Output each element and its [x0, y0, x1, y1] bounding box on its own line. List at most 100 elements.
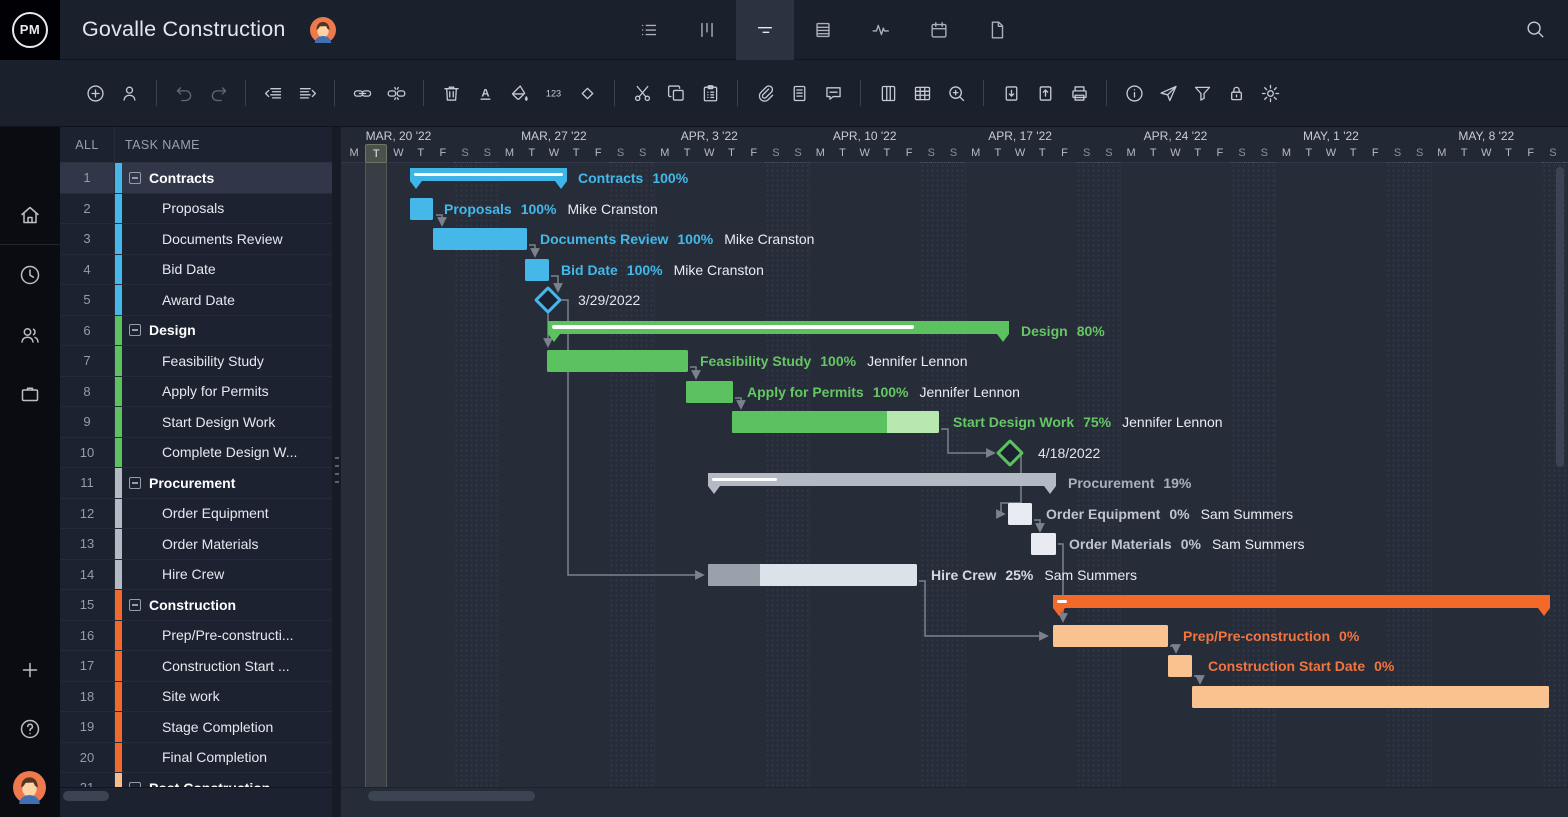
panel-splitter[interactable]: [332, 127, 341, 817]
notes-button[interactable]: [782, 76, 816, 110]
task-row-19[interactable]: 19Stage Completion: [60, 712, 332, 743]
task-bar[interactable]: [547, 350, 688, 372]
import-button[interactable]: [994, 76, 1028, 110]
copy-button[interactable]: [659, 76, 693, 110]
app-logo[interactable]: PM: [0, 0, 60, 60]
add-task-button[interactable]: [78, 76, 112, 110]
chart-hscroll-thumb[interactable]: [368, 791, 535, 801]
task-row-18[interactable]: 18Site work: [60, 682, 332, 713]
info-button[interactable]: [1117, 76, 1151, 110]
collapse-icon[interactable]: [129, 324, 141, 336]
filter-button[interactable]: [1185, 76, 1219, 110]
rail-help[interactable]: [18, 717, 42, 741]
tab-board-view[interactable]: [678, 0, 736, 60]
collapse-icon[interactable]: [129, 477, 141, 489]
rail-create[interactable]: [18, 658, 42, 682]
tab-sheet-view[interactable]: [794, 0, 852, 60]
task-bar[interactable]: [708, 564, 917, 586]
task-row-16[interactable]: 16Prep/Pre-constructi...: [60, 621, 332, 652]
task-row-12[interactable]: 12Order Equipment: [60, 499, 332, 530]
rail-history[interactable]: [18, 263, 42, 287]
comment-button[interactable]: [816, 76, 850, 110]
fill-color-button[interactable]: [502, 76, 536, 110]
task-bar[interactable]: [1031, 533, 1056, 555]
task-bar[interactable]: [686, 381, 733, 403]
task-row-9[interactable]: 9Start Design Work: [60, 407, 332, 438]
task-row-14[interactable]: 14Hire Crew: [60, 560, 332, 591]
print-button[interactable]: [1062, 76, 1096, 110]
indent-button[interactable]: [290, 76, 324, 110]
task-row-11[interactable]: 11Procurement: [60, 468, 332, 499]
rail-portfolio[interactable]: [18, 382, 42, 406]
milestone-diamond[interactable]: [534, 286, 562, 314]
toolbar-group: [1117, 76, 1287, 110]
summary-bar[interactable]: [410, 168, 567, 181]
columns-button[interactable]: [871, 76, 905, 110]
rail-team[interactable]: [18, 323, 42, 347]
task-row-8[interactable]: 8Apply for Permits: [60, 377, 332, 408]
day-cell: T: [876, 144, 898, 163]
summary-bar[interactable]: [708, 473, 1056, 486]
task-bar[interactable]: [1168, 655, 1192, 677]
tab-gantt-view[interactable]: [736, 0, 794, 60]
summary-bar[interactable]: [548, 321, 1009, 334]
tab-files-view[interactable]: [968, 0, 1026, 60]
task-bar[interactable]: [1192, 686, 1549, 708]
task-bar[interactable]: [410, 198, 433, 220]
tab-activity-view[interactable]: [852, 0, 910, 60]
tab-list-view[interactable]: [620, 0, 678, 60]
task-row-13[interactable]: 13Order Materials: [60, 529, 332, 560]
task-row-4[interactable]: 4Bid Date: [60, 255, 332, 286]
export-button[interactable]: [1028, 76, 1062, 110]
tab-calendar-view[interactable]: [910, 0, 968, 60]
cut-button[interactable]: [625, 76, 659, 110]
task-row-20[interactable]: 20Final Completion: [60, 743, 332, 774]
unlink-tasks-button[interactable]: [379, 76, 413, 110]
share-button[interactable]: [1151, 76, 1185, 110]
task-row-5[interactable]: 5Award Date: [60, 285, 332, 316]
redo-button[interactable]: [201, 76, 235, 110]
task-row-21[interactable]: 21Post Construction: [60, 773, 332, 787]
task-row-7[interactable]: 7Feasibility Study: [60, 346, 332, 377]
task-row-2[interactable]: 2Proposals: [60, 194, 332, 225]
column-task-name-header[interactable]: TASK NAME: [115, 138, 200, 152]
task-row-6[interactable]: 6Design: [60, 316, 332, 347]
attach-button[interactable]: [748, 76, 782, 110]
task-row-15[interactable]: 15Construction: [60, 590, 332, 621]
task-row-10[interactable]: 10Complete Design W...: [60, 438, 332, 469]
milestone-button[interactable]: [570, 76, 604, 110]
assign-user-button[interactable]: [112, 76, 146, 110]
task-panel-hscroll-thumb[interactable]: [63, 791, 109, 801]
task-bar[interactable]: [732, 411, 939, 433]
task-bar[interactable]: [433, 228, 527, 250]
project-owner-avatar[interactable]: [310, 17, 336, 43]
collapse-icon[interactable]: [129, 172, 141, 184]
number-button[interactable]: 123: [536, 76, 570, 110]
undo-button[interactable]: [167, 76, 201, 110]
chart-vscroll-thumb[interactable]: [1556, 167, 1564, 467]
collapse-icon[interactable]: [129, 599, 141, 611]
rail-home[interactable]: [18, 203, 42, 227]
summary-bar[interactable]: [1053, 595, 1550, 608]
column-all-header[interactable]: ALL: [60, 127, 115, 163]
user-avatar[interactable]: [13, 771, 46, 804]
task-bar[interactable]: [1053, 625, 1168, 647]
milestone-diamond[interactable]: [996, 439, 1024, 467]
delete-button[interactable]: [434, 76, 468, 110]
lock-button[interactable]: [1219, 76, 1253, 110]
week-gridline: [654, 163, 655, 787]
task-bar[interactable]: [1008, 503, 1032, 525]
outdent-button[interactable]: [256, 76, 290, 110]
zoom-button[interactable]: [939, 76, 973, 110]
task-color-strip: [115, 621, 122, 651]
link-tasks-button[interactable]: [345, 76, 379, 110]
grid-button[interactable]: [905, 76, 939, 110]
paste-button[interactable]: [693, 76, 727, 110]
settings-button[interactable]: [1253, 76, 1287, 110]
task-bar[interactable]: [525, 259, 549, 281]
font-color-button[interactable]: A: [468, 76, 502, 110]
search-icon[interactable]: [1524, 18, 1548, 42]
task-row-17[interactable]: 17Construction Start ...: [60, 651, 332, 682]
task-row-1[interactable]: 1Contracts: [60, 163, 332, 194]
task-row-3[interactable]: 3Documents Review: [60, 224, 332, 255]
